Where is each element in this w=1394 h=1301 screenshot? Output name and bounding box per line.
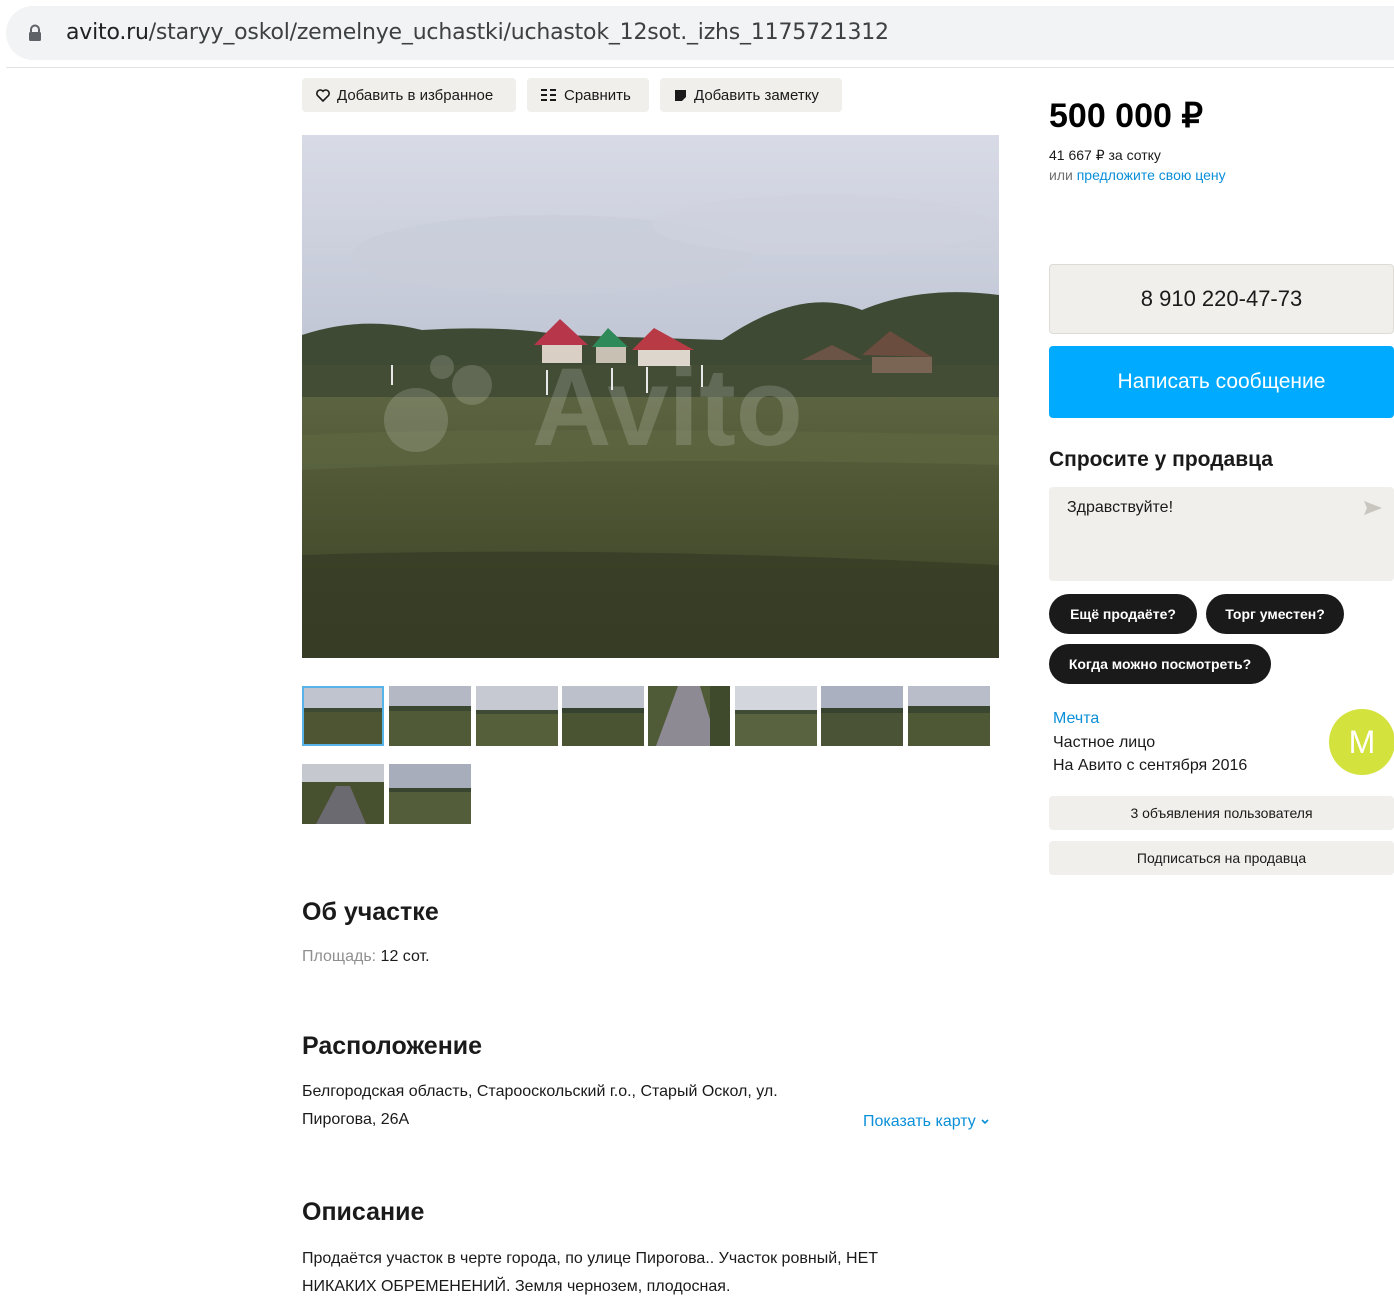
thumbnail-4[interactable]: [562, 686, 644, 746]
thumbnail-5[interactable]: [648, 686, 730, 746]
send-icon[interactable]: [1364, 501, 1382, 515]
subscribe-seller-button[interactable]: Подписаться на продавца: [1049, 841, 1394, 875]
address-line-2: Пирогова, 26А: [302, 1111, 410, 1128]
avito-watermark: Avito: [532, 346, 803, 469]
thumbnail-6[interactable]: [735, 686, 817, 746]
offer-prefix: или: [1049, 167, 1073, 183]
chip-bargain[interactable]: Торг уместен?: [1206, 594, 1344, 634]
lock-icon: [29, 24, 41, 41]
address-bar[interactable]: avito.ru/staryy_oskol/zemelnye_uchastki/…: [6, 6, 1394, 60]
note-icon: [675, 89, 686, 101]
thumbnail-9[interactable]: [302, 764, 384, 824]
location-title: Расположение: [302, 1032, 483, 1060]
main-photo[interactable]: Avito: [302, 135, 999, 658]
ask-seller-title: Спросите у продавца: [1049, 448, 1273, 471]
description-line-1: Продаётся участок в черте города, по ули…: [302, 1250, 879, 1267]
show-map-label: Показать карту: [863, 1113, 976, 1130]
note-label: Добавить заметку: [694, 86, 819, 104]
area-value: 12 сот.: [380, 948, 430, 965]
offer-price-link[interactable]: предложите свою цену: [1077, 167, 1226, 183]
thumbnail-2[interactable]: [389, 686, 471, 746]
description-title: Описание: [302, 1198, 425, 1226]
thumbnail-3[interactable]: [476, 686, 558, 746]
thumbnail-8[interactable]: [908, 686, 990, 746]
compare-button[interactable]: Сравнить: [527, 78, 649, 112]
seller-type: Частное лицо: [1053, 734, 1156, 751]
url-text[interactable]: avito.ru/staryy_oskol/zemelnye_uchastki/…: [66, 20, 889, 45]
area-row: Площадь: 12 сот.: [302, 943, 430, 971]
divider: [6, 67, 1394, 68]
add-to-favorites-button[interactable]: Добавить в избранное: [302, 78, 516, 112]
avatar[interactable]: M: [1329, 709, 1394, 775]
chip-still-selling[interactable]: Ещё продаёте?: [1049, 594, 1197, 634]
offer-price-row: или предложите свою цену: [1049, 167, 1226, 183]
about-title: Об участке: [302, 898, 439, 926]
phone-button[interactable]: 8 910 220-47-73: [1049, 264, 1394, 334]
price: 500 000 ₽: [1049, 97, 1203, 135]
area-label: Площадь:: [302, 948, 377, 965]
thumbnail-1[interactable]: [302, 686, 384, 746]
ask-seller-input[interactable]: Здравствуйте!: [1049, 487, 1394, 581]
seller-since: На Авито с сентября 2016: [1053, 757, 1248, 774]
seller-listings-button[interactable]: 3 объявления пользователя: [1049, 796, 1394, 830]
thumbnail-10[interactable]: [389, 764, 471, 824]
write-message-button[interactable]: Написать сообщение: [1049, 346, 1394, 418]
seller-name[interactable]: Мечта: [1053, 710, 1099, 728]
address-line-1: Белгородская область, Старооскольский г.…: [302, 1083, 778, 1100]
chip-when-to-view[interactable]: Когда можно посмотреть?: [1049, 644, 1271, 684]
heart-icon: [316, 88, 330, 102]
favorite-label: Добавить в избранное: [337, 86, 494, 104]
chevron-down-icon: [981, 1119, 989, 1125]
thumbnail-7[interactable]: [821, 686, 903, 746]
compare-label: Сравнить: [564, 86, 631, 104]
ask-seller-text: Здравствуйте!: [1067, 499, 1174, 516]
add-note-button[interactable]: Добавить заметку: [660, 78, 842, 112]
compare-icon: [541, 89, 556, 101]
description-line-2: НИКАКИХ ОБРЕМЕНЕНИЙ. Земля чернозем, пло…: [302, 1278, 731, 1295]
show-map-link[interactable]: Показать карту: [863, 1113, 990, 1131]
price-per-unit: 41 667 ₽ за сотку: [1049, 147, 1161, 163]
